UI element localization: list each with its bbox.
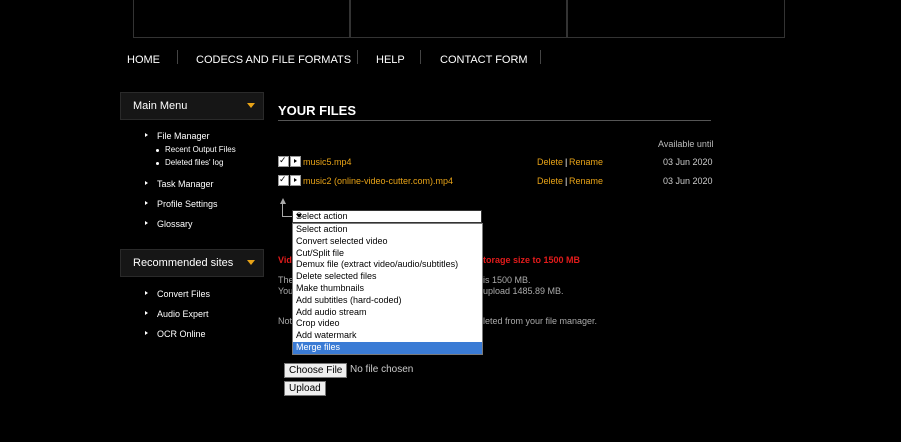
nav-codecs[interactable]: CODECS AND FILE FORMATS: [196, 54, 351, 66]
file-date: 03 Jun 2020: [663, 157, 713, 167]
nav-help[interactable]: HELP: [376, 54, 405, 66]
file-checkbox[interactable]: [278, 155, 289, 167]
rename-link[interactable]: Rename: [569, 176, 603, 186]
sidebar-item-task-manager[interactable]: Task Manager: [157, 179, 214, 189]
title-divider: [278, 120, 711, 121]
recommended-header[interactable]: Recommended sites: [120, 249, 264, 277]
chevron-down-icon: [296, 214, 302, 218]
link-separator: |: [565, 176, 568, 186]
bullet-icon: [145, 331, 148, 335]
info-line-2-right: upload 1485.89 MB.: [483, 286, 564, 296]
recommended-title: Recommended sites: [133, 257, 234, 269]
sidebar-item-file-manager[interactable]: File Manager: [157, 131, 210, 141]
nav-home[interactable]: HOME: [127, 54, 160, 66]
info-line-1-right: is 1500 MB.: [483, 275, 531, 285]
play-icon[interactable]: [290, 156, 301, 167]
action-option[interactable]: Cut/Split file: [293, 248, 482, 260]
action-dropdown-list: Select action Convert selected video Cut…: [292, 223, 483, 355]
arrow-up-icon: [280, 198, 286, 204]
action-option[interactable]: Crop video: [293, 318, 482, 330]
action-option[interactable]: Add audio stream: [293, 307, 482, 319]
nav-divider: [177, 50, 178, 64]
header-panel-2: [350, 0, 567, 38]
delete-link[interactable]: Delete: [537, 157, 563, 167]
choose-file-button[interactable]: Choose File: [284, 363, 348, 378]
bullet-icon: [145, 291, 148, 295]
action-option[interactable]: Convert selected video: [293, 236, 482, 248]
file-name[interactable]: music2 (online-video-cutter.com).mp4: [303, 176, 453, 186]
bullet-icon: [145, 133, 148, 137]
site-audio-expert[interactable]: Audio Expert: [157, 309, 209, 319]
storage-warning-right: torage size to 1500 MB: [483, 255, 581, 265]
main-menu-title: Main Menu: [133, 100, 188, 112]
bullet-icon: [145, 201, 148, 205]
info-line-3-left: Not: [278, 316, 293, 326]
main-menu-header[interactable]: Main Menu: [120, 92, 264, 120]
bullet-icon: [145, 311, 148, 315]
info-line-2-left: You: [278, 286, 294, 296]
header-panel-1: [133, 0, 350, 38]
action-select-value: Select action: [296, 211, 348, 221]
delete-link[interactable]: Delete: [537, 176, 563, 186]
chevron-down-icon: [247, 103, 255, 108]
nav-divider: [540, 50, 541, 64]
upload-button[interactable]: Upload: [284, 381, 326, 396]
link-separator: |: [565, 157, 568, 167]
nav-divider: [357, 50, 358, 64]
site-ocr-online[interactable]: OCR Online: [157, 329, 206, 339]
bullet-icon: [145, 221, 148, 225]
chevron-down-icon: [247, 260, 255, 265]
available-until-header: Available until: [658, 139, 714, 149]
sidebar-item-profile-settings[interactable]: Profile Settings: [157, 199, 218, 209]
rename-link[interactable]: Rename: [569, 157, 603, 167]
file-date: 03 Jun 2020: [663, 176, 713, 186]
action-option[interactable]: Make thumbnails: [293, 283, 482, 295]
action-select[interactable]: Select action: [292, 210, 482, 223]
nav-contact[interactable]: CONTACT FORM: [440, 54, 528, 66]
file-checkbox[interactable]: [278, 174, 289, 186]
info-line-3-right: leted from your file manager.: [483, 316, 598, 326]
sidebar-item-glossary[interactable]: Glossary: [157, 219, 193, 229]
sidebar-subitem-deleted-log[interactable]: Deleted files' log: [165, 158, 223, 167]
header-panel-3: [567, 0, 785, 38]
bullet-dot-icon: [156, 149, 159, 152]
action-option[interactable]: Delete selected files: [293, 271, 482, 283]
connector-line: [282, 216, 292, 217]
no-file-chosen-text: No file chosen: [350, 364, 414, 375]
action-option[interactable]: Select action: [293, 224, 482, 236]
site-convert-files[interactable]: Convert Files: [157, 289, 210, 299]
action-option[interactable]: Demux file (extract video/audio/subtitle…: [293, 259, 482, 271]
nav-divider: [420, 50, 421, 64]
action-option-merge-files[interactable]: Merge files: [293, 341, 482, 354]
play-icon[interactable]: [290, 175, 301, 186]
action-option[interactable]: Add subtitles (hard-coded): [293, 295, 482, 307]
storage-warning-left: Vid: [278, 255, 292, 265]
bullet-dot-icon: [156, 162, 159, 165]
bullet-icon: [145, 181, 148, 185]
action-option[interactable]: Add watermark: [293, 330, 482, 342]
file-name[interactable]: music5.mp4: [303, 157, 352, 167]
sidebar-subitem-recent-output[interactable]: Recent Output Files: [165, 145, 236, 154]
page-title: YOUR FILES: [278, 103, 357, 118]
